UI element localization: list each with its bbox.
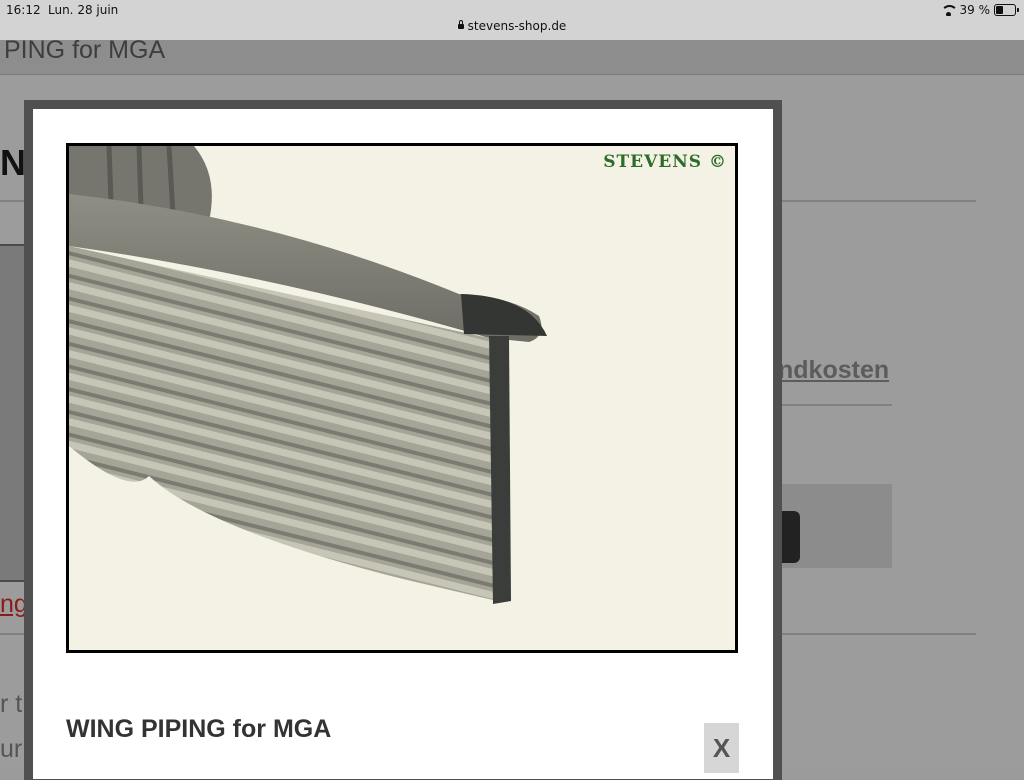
battery-percent: 39 % bbox=[959, 3, 991, 17]
page-header-title: PING for MGA bbox=[4, 36, 166, 64]
address-url: stevens-shop.de bbox=[467, 19, 567, 33]
battery-icon bbox=[994, 4, 1019, 16]
battery-fill bbox=[996, 6, 1003, 14]
wing-piping-illustration bbox=[69, 146, 547, 604]
page-header: PING for MGA bbox=[0, 36, 1024, 75]
background-product-thumbnail bbox=[0, 244, 26, 582]
lock-icon bbox=[457, 20, 464, 29]
background-shipping-link: ndkosten bbox=[778, 356, 890, 384]
status-date: Lun. 28 juin bbox=[48, 3, 119, 17]
image-watermark: STEVENS © bbox=[603, 152, 727, 172]
wifi-icon bbox=[940, 4, 956, 16]
status-bar: 16:12 Lun. 28 juin stevens-shop.de 39 % bbox=[0, 0, 1024, 40]
modal-title: WING PIPING for MGA bbox=[66, 715, 332, 743]
address-bar[interactable]: stevens-shop.de bbox=[0, 19, 1024, 33]
product-image: STEVENS © bbox=[66, 143, 738, 653]
background-text: ur bbox=[0, 735, 23, 763]
status-indicators: 39 % bbox=[940, 3, 1019, 17]
close-button[interactable]: X bbox=[704, 723, 739, 773]
product-image-modal: STEVENS © WING PIPING for MGA X bbox=[33, 109, 773, 779]
background-heading: N bbox=[0, 142, 26, 183]
status-time: 16:12 bbox=[6, 3, 41, 17]
background-link-underline bbox=[778, 404, 892, 406]
